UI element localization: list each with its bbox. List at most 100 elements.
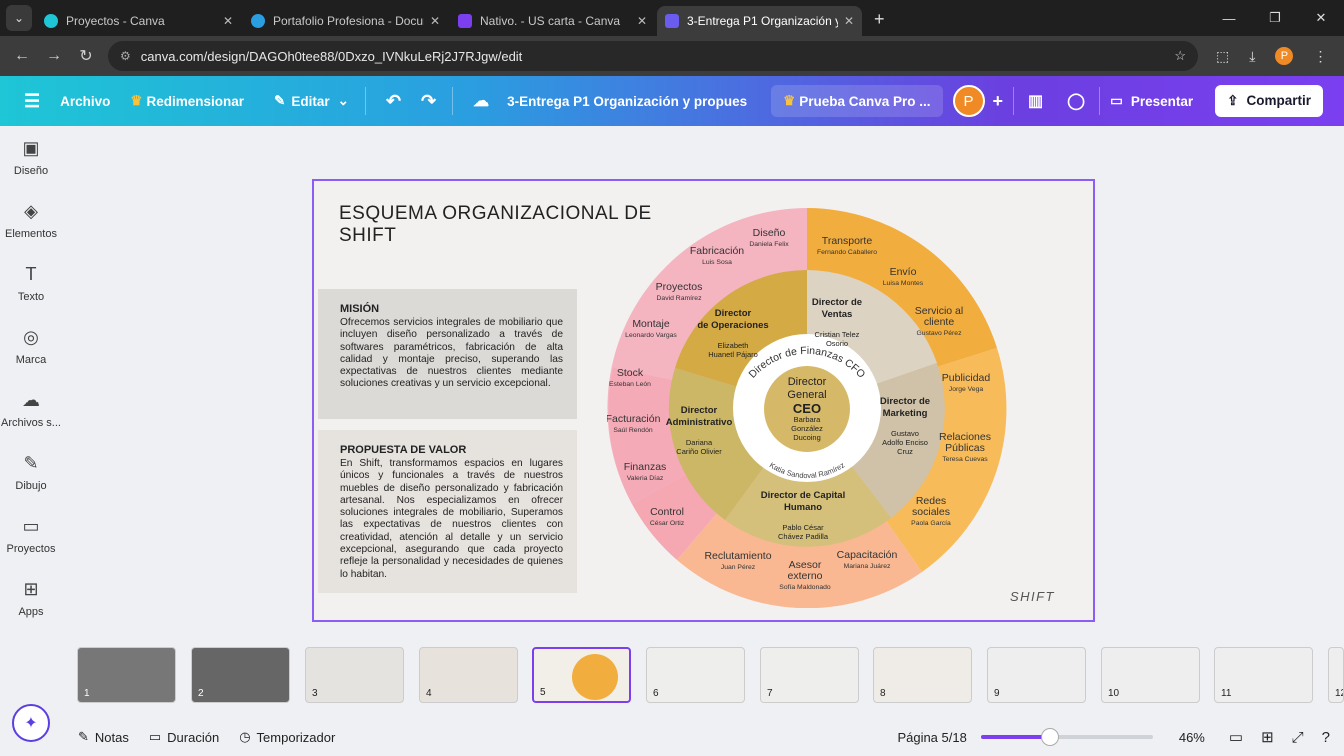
window-close-icon[interactable]: ✕: [1298, 0, 1344, 36]
url-field[interactable]: ⚙ canva.com/design/DAGOh0tee88/0Dxzo_IVN…: [108, 41, 1198, 71]
thumbnail-page-5[interactable]: 5: [532, 647, 631, 703]
site-info-icon[interactable]: ⚙: [120, 49, 131, 63]
restore-icon[interactable]: ❐: [1252, 0, 1298, 36]
fullscreen-icon[interactable]: ⤢: [1292, 729, 1304, 746]
forward-icon[interactable]: →: [38, 47, 70, 65]
org-wheel-chart[interactable]: Director de Finanzas CFO Katia Sandoval …: [607, 208, 1007, 608]
rail-label: Marca: [15, 354, 47, 366]
outer-person: Gustavo Pérez: [917, 330, 963, 337]
rail-apps[interactable]: ⊞ Apps: [0, 567, 62, 630]
close-icon[interactable]: ✕: [844, 14, 854, 28]
thumbnail-page-2[interactable]: 2: [191, 647, 290, 703]
compartir-button[interactable]: ⇪ Compartir: [1215, 85, 1323, 117]
page-grid-icon[interactable]: ⊞: [1261, 728, 1274, 746]
slide-canvas[interactable]: ESQUEMA ORGANIZACIONAL DE SHIFT MISIÓN O…: [312, 179, 1095, 622]
minimize-icon[interactable]: —: [1206, 0, 1252, 36]
zoom-slider-fill: [980, 735, 1050, 739]
new-tab-icon[interactable]: +: [874, 9, 885, 30]
profile-avatar[interactable]: P: [1275, 47, 1294, 65]
director-person: Huanetl Pájaro: [708, 350, 758, 359]
archivo-menu[interactable]: Archivo: [60, 94, 110, 109]
thumbnail-page-1[interactable]: 1: [77, 647, 176, 703]
rail-proyectos[interactable]: ▭ Proyectos: [0, 504, 62, 567]
reload-icon[interactable]: ↻: [70, 46, 102, 66]
rail-archivos[interactable]: ☁ Archivos s...: [0, 378, 62, 441]
rail-diseno[interactable]: ▣ Diseño: [0, 126, 62, 189]
side-panel-rail: ▣ Diseño ◈ Elementos T Texto ◎ Marca ☁ Archiv…: [0, 126, 62, 716]
thumbnail-page-3[interactable]: 3: [305, 647, 404, 703]
thumbnail-page-6[interactable]: 6: [646, 647, 745, 703]
rail-marca[interactable]: ◎ Marca: [0, 315, 62, 378]
duracion-button[interactable]: ▭ Duración: [149, 729, 219, 745]
help-icon[interactable]: ?: [1322, 729, 1330, 746]
canva-pro-trial-button[interactable]: ♛ Prueba Canva Pro ...: [771, 85, 943, 117]
editar-button[interactable]: ✎ Editar ⌄: [274, 93, 349, 109]
back-icon[interactable]: ←: [6, 47, 38, 65]
thumbnail-page-10[interactable]: 10: [1101, 647, 1200, 703]
presentar-button[interactable]: ▭ Presentar: [1110, 93, 1193, 109]
compartir-label: Compartir: [1246, 93, 1311, 108]
outer-role: Envío: [890, 266, 917, 278]
rail-dibujo[interactable]: ✎ Dibujo: [0, 441, 62, 504]
tab-entrega[interactable]: 3-Entrega P1 Organización y pr ✕: [657, 6, 862, 36]
outer-person: David Ramírez: [657, 295, 703, 302]
valor-heading: PROPUESTA DE VALOR: [340, 444, 467, 456]
thumbnail-page-7[interactable]: 7: [760, 647, 859, 703]
tab-portafolio[interactable]: Portafolio Profesiona - Docume ✕: [243, 6, 448, 36]
zoom-slider[interactable]: [980, 728, 1153, 746]
url-text: canva.com/design/DAGOh0tee88/0Dxzo_IVNku…: [140, 48, 523, 64]
comment-icon[interactable]: ◯: [1067, 91, 1085, 111]
temporizador-button[interactable]: ◷ Temporizador: [239, 729, 335, 745]
canva-favicon-icon: [251, 14, 265, 28]
page-indicator[interactable]: Página 5/18: [897, 730, 966, 745]
redo-icon[interactable]: ↷: [421, 91, 436, 112]
close-icon[interactable]: ✕: [223, 14, 233, 28]
add-collaborator-icon[interactable]: +: [993, 91, 1004, 112]
download-icon[interactable]: ⤓: [1249, 48, 1255, 65]
thumbnail-page-4[interactable]: 4: [419, 647, 518, 703]
close-icon[interactable]: ✕: [430, 14, 440, 28]
bookmark-star-icon[interactable]: ☆: [1174, 48, 1186, 64]
zoom-level[interactable]: 46%: [1179, 730, 1205, 745]
tab-nativo[interactable]: Nativo. - US carta - Canva ✕: [450, 6, 655, 36]
thumbnail-number: 6: [653, 688, 659, 699]
cloud-saved-icon[interactable]: ☁: [473, 91, 489, 111]
menu-kebab-icon[interactable]: ⋮: [1313, 48, 1327, 65]
document-title[interactable]: 3-Entrega P1 Organización y propues...: [507, 94, 747, 109]
rail-elementos[interactable]: ◈ Elementos: [0, 189, 62, 252]
grid-view-icon[interactable]: ▭: [1229, 728, 1243, 746]
pro-label: Prueba Canva Pro ...: [799, 93, 931, 109]
thumbnail-page-9[interactable]: 9: [987, 647, 1086, 703]
valor-box[interactable]: PROPUESTA DE VALOR En Shift, transformam…: [318, 430, 577, 593]
thumbnail-page-8[interactable]: 8: [873, 647, 972, 703]
director-person: Cariño Olivier: [676, 447, 722, 456]
close-icon[interactable]: ✕: [637, 14, 647, 28]
outer-role: Públicas: [945, 442, 985, 454]
analytics-icon[interactable]: ▥: [1028, 91, 1043, 111]
redimensionar-button[interactable]: ♛ Redimensionar: [130, 93, 244, 109]
hamburger-menu-icon[interactable]: ☰: [24, 91, 40, 112]
mision-box[interactable]: MISIÓN Ofrecemos servicios integrales de…: [318, 289, 577, 419]
tab-proyectos[interactable]: Proyectos - Canva ✕: [36, 6, 241, 36]
extensions-icon[interactable]: ⬚: [1216, 48, 1229, 65]
outer-person: Valeria Díaz: [627, 475, 664, 482]
thumbnail-page-11[interactable]: 11: [1214, 647, 1313, 703]
text-icon: T: [25, 264, 37, 284]
pencil-icon: ✎: [274, 93, 286, 108]
director-person: Osorio: [826, 339, 848, 348]
thumbnail-page-12[interactable]: 12: [1328, 647, 1344, 703]
thumbnail-number: 12: [1335, 688, 1343, 699]
thumbnail-number: 5: [540, 687, 546, 698]
director-title: Marketing: [883, 408, 928, 419]
rail-texto[interactable]: T Texto: [0, 252, 62, 315]
user-avatar[interactable]: P: [952, 85, 985, 117]
outer-person: Mariana Juárez: [844, 563, 891, 570]
folder-icon: ▭: [22, 516, 40, 536]
notas-button[interactable]: ✎ Notas: [78, 729, 129, 745]
present-icon: ▭: [1110, 93, 1123, 108]
presentar-label: Presentar: [1130, 93, 1194, 109]
undo-icon[interactable]: ↶: [386, 91, 401, 112]
zoom-slider-knob[interactable]: [1040, 728, 1059, 746]
tab-search-dropdown[interactable]: ⌄: [6, 5, 32, 31]
magic-assistant-icon[interactable]: ✦: [12, 704, 50, 742]
